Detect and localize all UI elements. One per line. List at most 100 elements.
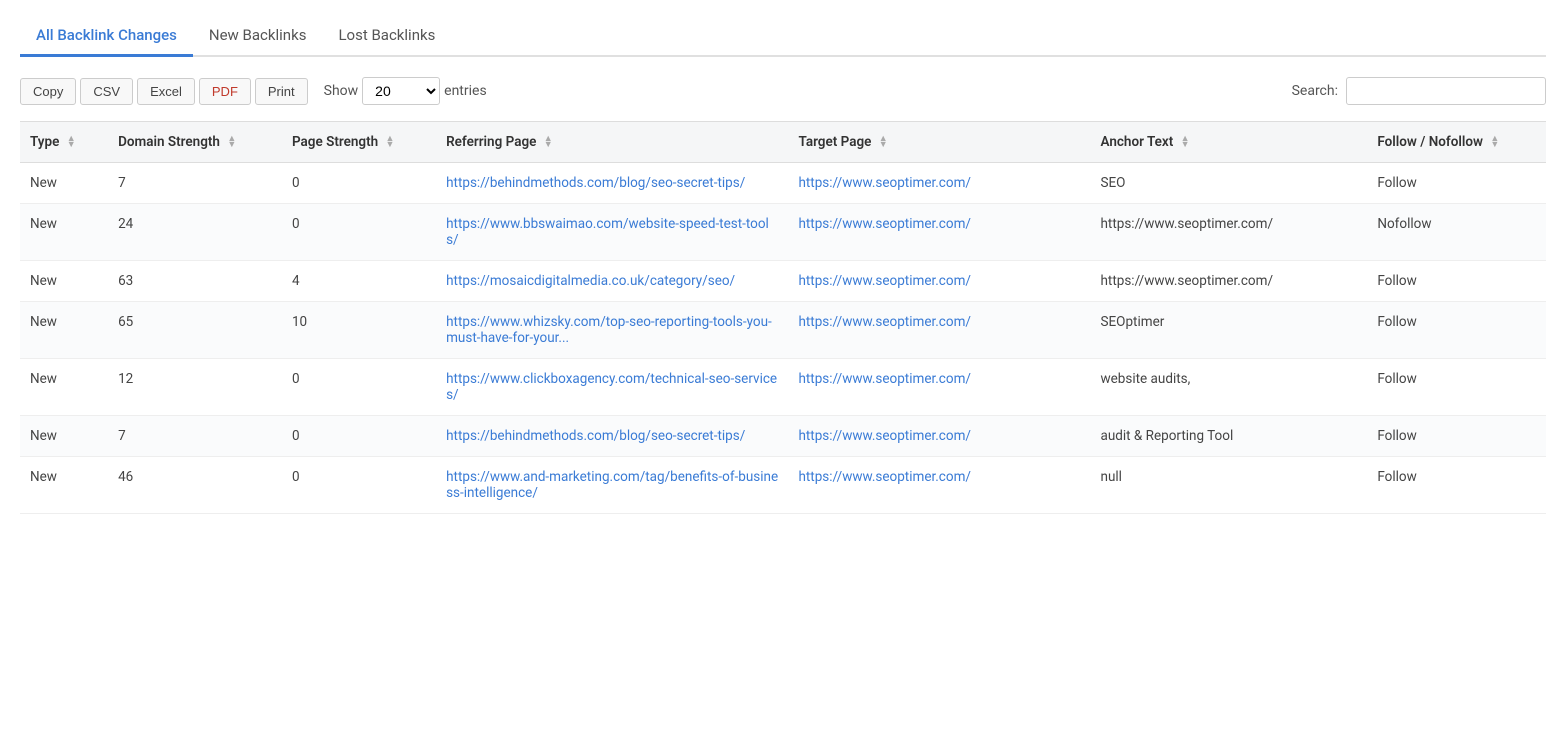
- cell-domain-strength: 65: [108, 302, 282, 359]
- cell-page-strength: 0: [282, 457, 436, 514]
- cell-referring-page[interactable]: https://www.clickboxagency.com/technical…: [436, 359, 788, 416]
- cell-target-page-link[interactable]: https://www.seoptimer.com/: [798, 428, 971, 444]
- cell-anchor-text: https://www.seoptimer.com/: [1090, 261, 1367, 302]
- cell-type: New: [20, 163, 108, 204]
- cell-follow-nofollow: Follow: [1367, 457, 1546, 514]
- cell-target-page[interactable]: https://www.seoptimer.com/: [788, 302, 1090, 359]
- cell-type: New: [20, 204, 108, 261]
- cell-domain-strength: 24: [108, 204, 282, 261]
- entries-select[interactable]: 20 50 100: [362, 77, 440, 105]
- cell-referring-page-link[interactable]: https://www.bbswaimao.com/website-speed-…: [446, 216, 769, 248]
- cell-referring-page-link[interactable]: https://www.and-marketing.com/tag/benefi…: [446, 469, 778, 501]
- cell-anchor-text: website audits,: [1090, 359, 1367, 416]
- table-row: New70 https://behindmethods.com/blog/seo-…: [20, 416, 1546, 457]
- cell-referring-page-link[interactable]: https://www.whizsky.com/top-seo-reportin…: [446, 314, 772, 346]
- cell-anchor-text: https://www.seoptimer.com/: [1090, 204, 1367, 261]
- cell-follow-nofollow: Follow: [1367, 163, 1546, 204]
- cell-referring-page[interactable]: https://behindmethods.com/blog/seo-secre…: [436, 163, 788, 204]
- table-header-row: Type ▲▼ Domain Strength ▲▼ Page Strength…: [20, 122, 1546, 163]
- cell-anchor-text: SEO: [1090, 163, 1367, 204]
- show-label: Show: [324, 83, 359, 99]
- sort-icon-follow: ▲▼: [1490, 136, 1499, 149]
- tab-lost-backlinks[interactable]: Lost Backlinks: [322, 16, 451, 57]
- cell-target-page-link[interactable]: https://www.seoptimer.com/: [798, 175, 971, 191]
- cell-target-page-link[interactable]: https://www.seoptimer.com/: [798, 371, 971, 387]
- cell-target-page-link[interactable]: https://www.seoptimer.com/: [798, 273, 971, 289]
- cell-domain-strength: 7: [108, 416, 282, 457]
- cell-page-strength: 0: [282, 204, 436, 261]
- search-area: Search:: [1292, 77, 1546, 105]
- csv-button[interactable]: CSV: [80, 78, 133, 105]
- cell-page-strength: 0: [282, 359, 436, 416]
- col-header-referring-page[interactable]: Referring Page ▲▼: [436, 122, 788, 163]
- cell-anchor-text: null: [1090, 457, 1367, 514]
- table-row: New70 https://behindmethods.com/blog/seo-…: [20, 163, 1546, 204]
- table-row: New120 https://www.clickboxagency.com/tec…: [20, 359, 1546, 416]
- cell-type: New: [20, 302, 108, 359]
- col-header-anchor-text[interactable]: Anchor Text ▲▼: [1090, 122, 1367, 163]
- col-header-domain-strength[interactable]: Domain Strength ▲▼: [108, 122, 282, 163]
- col-header-type[interactable]: Type ▲▼: [20, 122, 108, 163]
- sort-icon-domain: ▲▼: [227, 136, 236, 149]
- cell-target-page[interactable]: https://www.seoptimer.com/: [788, 163, 1090, 204]
- cell-referring-page[interactable]: https://www.whizsky.com/top-seo-reportin…: [436, 302, 788, 359]
- sort-icon-anchor: ▲▼: [1181, 136, 1190, 149]
- col-header-follow-nofollow[interactable]: Follow / Nofollow ▲▼: [1367, 122, 1546, 163]
- backlinks-table: Type ▲▼ Domain Strength ▲▼ Page Strength…: [20, 121, 1546, 514]
- cell-follow-nofollow: Follow: [1367, 359, 1546, 416]
- search-input[interactable]: [1346, 77, 1546, 105]
- cell-referring-page[interactable]: https://www.bbswaimao.com/website-speed-…: [436, 204, 788, 261]
- tab-all-backlink-changes[interactable]: All Backlink Changes: [20, 16, 193, 57]
- tabs-container: All Backlink Changes New Backlinks Lost …: [20, 16, 1546, 57]
- cell-anchor-text: audit & Reporting Tool: [1090, 416, 1367, 457]
- cell-follow-nofollow: Follow: [1367, 302, 1546, 359]
- cell-target-page[interactable]: https://www.seoptimer.com/: [788, 457, 1090, 514]
- cell-target-page[interactable]: https://www.seoptimer.com/: [788, 204, 1090, 261]
- cell-follow-nofollow: Follow: [1367, 261, 1546, 302]
- search-label: Search:: [1292, 83, 1338, 99]
- cell-type: New: [20, 261, 108, 302]
- cell-referring-page[interactable]: https://www.and-marketing.com/tag/benefi…: [436, 457, 788, 514]
- cell-target-page[interactable]: https://www.seoptimer.com/: [788, 359, 1090, 416]
- copy-button[interactable]: Copy: [20, 78, 76, 105]
- pdf-button[interactable]: PDF: [199, 78, 251, 105]
- cell-referring-page-link[interactable]: https://behindmethods.com/blog/seo-secre…: [446, 175, 745, 191]
- cell-follow-nofollow: Follow: [1367, 416, 1546, 457]
- cell-domain-strength: 63: [108, 261, 282, 302]
- col-header-page-strength[interactable]: Page Strength ▲▼: [282, 122, 436, 163]
- cell-anchor-text: SEOptimer: [1090, 302, 1367, 359]
- cell-type: New: [20, 457, 108, 514]
- cell-referring-page-link[interactable]: https://mosaicdigitalmedia.co.uk/categor…: [446, 273, 735, 289]
- cell-target-page[interactable]: https://www.seoptimer.com/: [788, 261, 1090, 302]
- cell-domain-strength: 12: [108, 359, 282, 416]
- cell-page-strength: 0: [282, 163, 436, 204]
- cell-domain-strength: 7: [108, 163, 282, 204]
- cell-page-strength: 0: [282, 416, 436, 457]
- cell-referring-page-link[interactable]: https://www.clickboxagency.com/technical…: [446, 371, 777, 403]
- print-button[interactable]: Print: [255, 78, 308, 105]
- cell-type: New: [20, 416, 108, 457]
- cell-referring-page[interactable]: https://mosaicdigitalmedia.co.uk/categor…: [436, 261, 788, 302]
- cell-referring-page-link[interactable]: https://behindmethods.com/blog/seo-secre…: [446, 428, 745, 444]
- cell-type: New: [20, 359, 108, 416]
- cell-page-strength: 4: [282, 261, 436, 302]
- cell-domain-strength: 46: [108, 457, 282, 514]
- tab-new-backlinks[interactable]: New Backlinks: [193, 16, 323, 57]
- table-row: New6510 https://www.whizsky.com/top-seo-r…: [20, 302, 1546, 359]
- cell-target-page-link[interactable]: https://www.seoptimer.com/: [798, 216, 971, 232]
- cell-follow-nofollow: Nofollow: [1367, 204, 1546, 261]
- cell-referring-page[interactable]: https://behindmethods.com/blog/seo-secre…: [436, 416, 788, 457]
- cell-page-strength: 10: [282, 302, 436, 359]
- entries-text: entries: [444, 83, 487, 99]
- sort-icon-target: ▲▼: [879, 136, 888, 149]
- sort-icon-type: ▲▼: [67, 136, 76, 149]
- excel-button[interactable]: Excel: [137, 78, 195, 105]
- col-header-target-page[interactable]: Target Page ▲▼: [788, 122, 1090, 163]
- cell-target-page[interactable]: https://www.seoptimer.com/: [788, 416, 1090, 457]
- table-row: New460 https://www.and-marketing.com/tag/…: [20, 457, 1546, 514]
- cell-target-page-link[interactable]: https://www.seoptimer.com/: [798, 314, 971, 330]
- toolbar: Copy CSV Excel PDF Print Show 20 50 100 …: [20, 77, 1546, 105]
- cell-target-page-link[interactable]: https://www.seoptimer.com/: [798, 469, 971, 485]
- table-row: New634 https://mosaicdigitalmedia.co.uk/c…: [20, 261, 1546, 302]
- table-row: New240 https://www.bbswaimao.com/website-…: [20, 204, 1546, 261]
